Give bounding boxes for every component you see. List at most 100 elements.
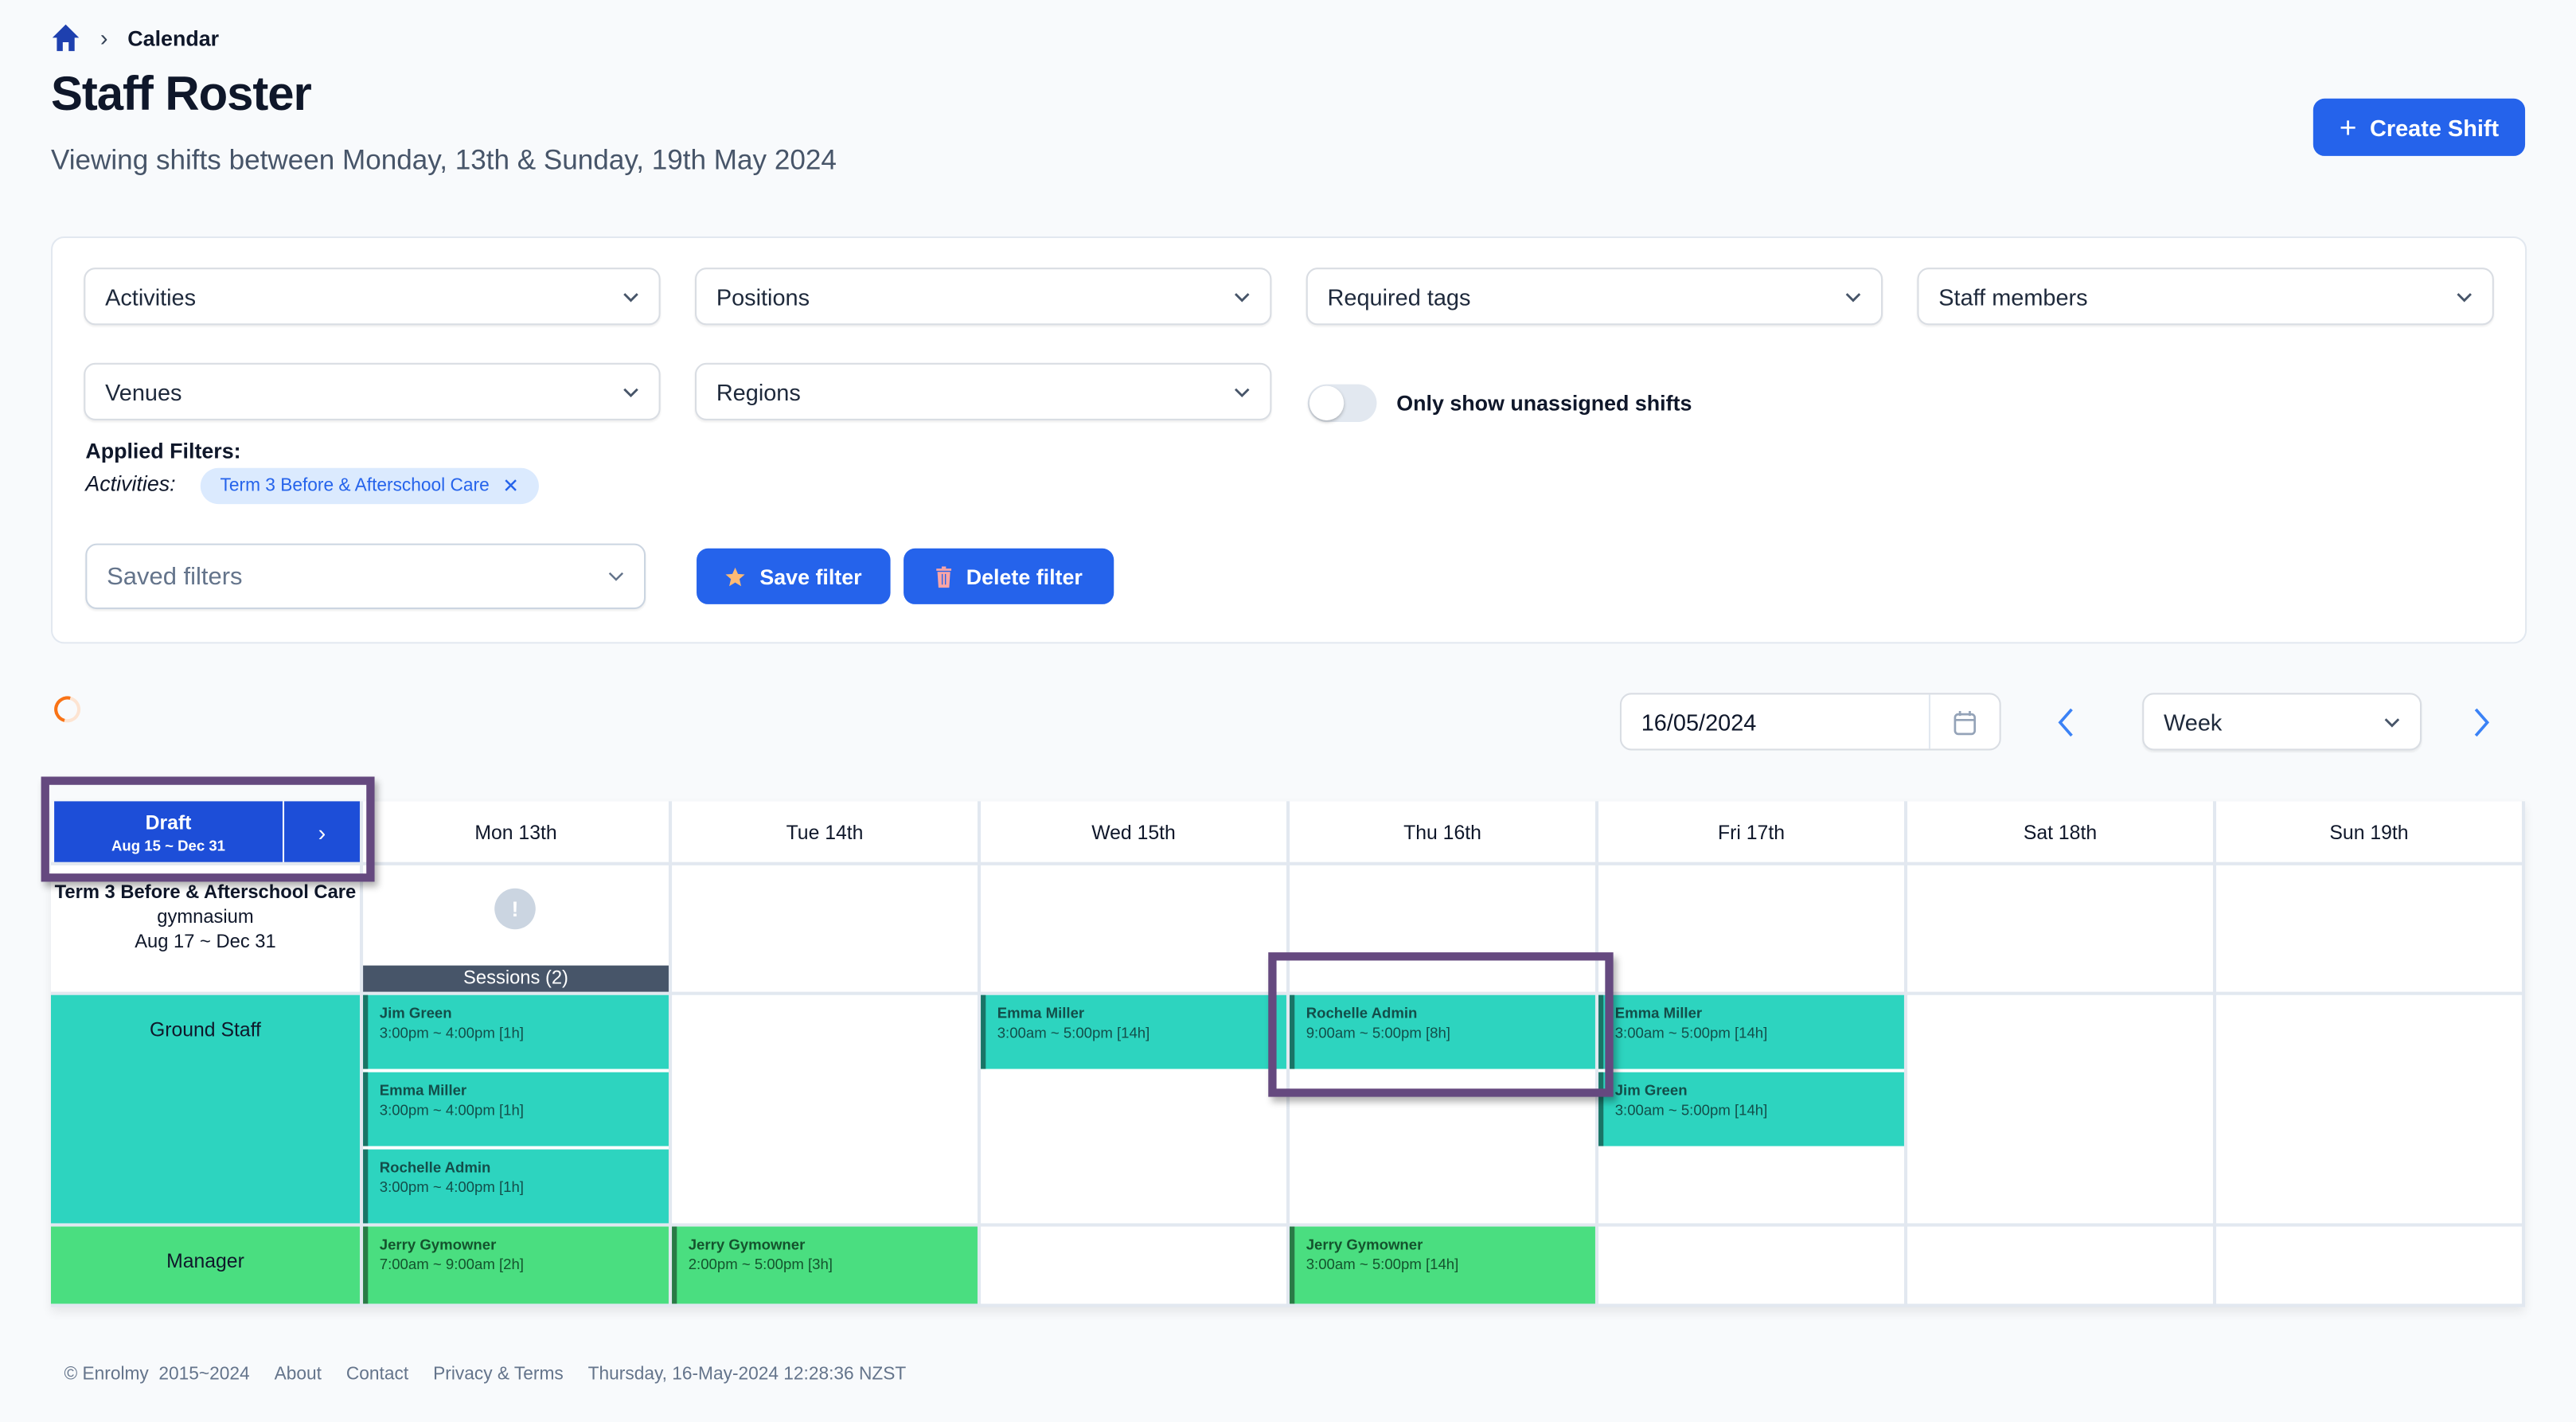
applied-filter-chip: Term 3 Before & Afterschool Care ✕ xyxy=(200,467,539,505)
page-subtitle: Viewing shifts between Monday, 13th & Su… xyxy=(50,144,837,176)
shift-staff-name: Emma Miller xyxy=(997,1005,1085,1022)
next-week-button[interactable] xyxy=(2471,706,2494,739)
role-name: Ground Staff xyxy=(149,1018,261,1041)
shift-staff-name: Jerry Gymowner xyxy=(379,1236,497,1253)
roster-cell[interactable] xyxy=(981,1226,1286,1304)
shift-staff-name: Jerry Gymowner xyxy=(1306,1236,1423,1253)
roster-cell[interactable] xyxy=(1598,1226,1904,1304)
date-input-value[interactable]: 16/05/2024 xyxy=(1622,694,1929,748)
day-header: Fri 17th xyxy=(1598,801,1904,862)
shift-staff-name: Emma Miller xyxy=(379,1082,467,1099)
shift-staff-name: Jim Green xyxy=(379,1005,452,1022)
calendar-button[interactable] xyxy=(1928,694,2000,749)
shift-block[interactable]: Emma Miller 3:00am ~ 5:00pm [14h] xyxy=(981,994,1286,1069)
shift-time: 3:00pm ~ 4:00pm [1h] xyxy=(379,1024,524,1041)
session-cell[interactable] xyxy=(981,865,1286,992)
session-cell[interactable]: ! Sessions (2) xyxy=(363,865,669,992)
roster-cell[interactable] xyxy=(2216,1226,2522,1304)
chevron-right-icon: › xyxy=(318,818,326,846)
save-filter-button[interactable]: Save filter xyxy=(697,548,891,604)
session-cell[interactable] xyxy=(672,865,978,992)
shift-time: 3:00pm ~ 4:00pm [1h] xyxy=(379,1178,524,1196)
regions-select[interactable]: Regions xyxy=(694,362,1272,420)
applied-filter-value: Term 3 Before & Afterschool Care xyxy=(220,476,490,496)
roster-cell[interactable] xyxy=(1907,1226,2213,1304)
session-cell[interactable] xyxy=(1907,865,2213,992)
chevron-down-icon xyxy=(608,572,624,581)
warning-icon[interactable]: ! xyxy=(494,888,536,930)
roster-status-label: Draft xyxy=(145,810,192,834)
footer: © Enrolmy 2015~2024 About Contact Privac… xyxy=(64,1365,906,1385)
shift-staff-name: Rochelle Admin xyxy=(379,1158,491,1176)
shift-block[interactable]: Jerry Gymowner 7:00am ~ 9:00am [2h] xyxy=(363,1226,669,1304)
shift-time: 9:00am ~ 5:00pm [8h] xyxy=(1306,1024,1450,1041)
session-cell[interactable] xyxy=(1598,865,1904,992)
shift-time: 3:00am ~ 5:00pm [14h] xyxy=(1614,1101,1768,1119)
shift-block[interactable]: Jim Green 3:00am ~ 5:00pm [14h] xyxy=(1598,1072,1904,1147)
home-icon[interactable] xyxy=(51,23,80,53)
roster-status-button: Draft Aug 15 ~ Dec 31 › xyxy=(54,801,360,862)
date-picker[interactable]: 16/05/2024 xyxy=(1619,693,2001,751)
view-mode-value: Week xyxy=(2164,708,2223,735)
session-cell[interactable] xyxy=(2216,865,2522,992)
applied-filters-title: Applied Filters: xyxy=(85,438,241,463)
footer-timestamp: Thursday, 16-May-2024 12:28:36 NZST xyxy=(587,1364,907,1385)
sessions-bar[interactable]: Sessions (2) xyxy=(363,965,669,992)
filter-panel: Activities Positions Required tags Staff… xyxy=(50,236,2527,644)
roster-status-range: Aug 15 ~ Dec 31 xyxy=(111,836,226,854)
view-mode-select[interactable]: Week xyxy=(2142,693,2422,751)
required-tags-select-placeholder: Required tags xyxy=(1327,283,1471,310)
shift-staff-name: Jim Green xyxy=(1614,1082,1688,1099)
saved-filters-select[interactable]: Saved filters xyxy=(85,543,646,610)
delete-filter-button[interactable]: Delete filter xyxy=(904,548,1114,604)
breadcrumb: › Calendar xyxy=(51,23,219,53)
remove-filter-icon[interactable]: ✕ xyxy=(502,475,519,498)
activity-dates: Aug 17 ~ Dec 31 xyxy=(135,932,276,953)
roster-cell[interactable] xyxy=(1907,994,2213,1224)
day-header: Thu 16th xyxy=(1290,801,1595,862)
shift-block[interactable]: Rochelle Admin 9:00am ~ 5:00pm [8h] xyxy=(1290,994,1595,1069)
saved-filters-placeholder: Saved filters xyxy=(107,562,243,591)
activity-name: Term 3 Before & Afterschool Care xyxy=(54,883,357,904)
shift-block[interactable]: Jim Green 3:00pm ~ 4:00pm [1h] xyxy=(363,994,669,1069)
roster-cell[interactable] xyxy=(672,994,978,1224)
activities-select[interactable]: Activities xyxy=(84,268,661,326)
roster-status-toggle[interactable]: Draft Aug 15 ~ Dec 31 xyxy=(54,801,283,861)
activity-cell: Term 3 Before & Afterschool Care gymnasi… xyxy=(50,865,360,992)
shift-staff-name: Jerry Gymowner xyxy=(688,1236,806,1253)
positions-select-placeholder: Positions xyxy=(716,283,810,310)
footer-link-contact[interactable]: Contact xyxy=(346,1365,408,1385)
required-tags-select[interactable]: Required tags xyxy=(1306,268,1883,326)
calendar-icon xyxy=(1953,709,1977,735)
previous-week-button[interactable] xyxy=(2054,706,2077,739)
day-header: Sun 19th xyxy=(2216,801,2522,862)
breadcrumb-current: Calendar xyxy=(127,25,220,50)
shift-time: 3:00am ~ 5:00pm [14h] xyxy=(1306,1256,1459,1273)
roster-cell[interactable] xyxy=(2216,994,2522,1224)
activities-select-placeholder: Activities xyxy=(105,283,197,310)
unassigned-shifts-label: Only show unassigned shifts xyxy=(1396,390,1692,416)
shift-block[interactable]: Emma Miller 3:00pm ~ 4:00pm [1h] xyxy=(363,1072,669,1147)
chevron-down-icon xyxy=(1845,292,1861,302)
roster-status-next-button[interactable]: › xyxy=(282,801,360,862)
staff-roster-page: › Calendar Staff Roster Viewing shifts b… xyxy=(0,0,2576,1422)
venues-select[interactable]: Venues xyxy=(84,362,661,420)
staff-members-select[interactable]: Staff members xyxy=(1917,268,2494,326)
create-shift-button[interactable]: + Create Shift xyxy=(2313,98,2526,156)
shift-block[interactable]: Rochelle Admin 3:00pm ~ 4:00pm [1h] xyxy=(363,1149,669,1224)
day-header: Wed 15th xyxy=(981,801,1286,862)
toggle-knob xyxy=(1309,385,1345,420)
positions-select[interactable]: Positions xyxy=(694,268,1272,326)
footer-link-about[interactable]: About xyxy=(275,1365,322,1385)
shift-block[interactable]: Emma Miller 3:00am ~ 5:00pm [14h] xyxy=(1598,994,1904,1069)
session-cell[interactable] xyxy=(1290,865,1595,992)
footer-link-privacy[interactable]: Privacy & Terms xyxy=(433,1365,564,1385)
shift-staff-name: Rochelle Admin xyxy=(1306,1005,1418,1022)
role-manager: Manager xyxy=(50,1226,360,1304)
shift-block[interactable]: Jerry Gymowner 3:00am ~ 5:00pm [14h] xyxy=(1290,1226,1595,1304)
shift-time: 2:00pm ~ 5:00pm [3h] xyxy=(688,1256,833,1273)
day-header: Mon 13th xyxy=(363,801,669,862)
shift-block[interactable]: Jerry Gymowner 2:00pm ~ 5:00pm [3h] xyxy=(672,1226,978,1304)
unassigned-shifts-toggle[interactable] xyxy=(1307,384,1377,423)
chevron-down-icon xyxy=(623,387,638,397)
